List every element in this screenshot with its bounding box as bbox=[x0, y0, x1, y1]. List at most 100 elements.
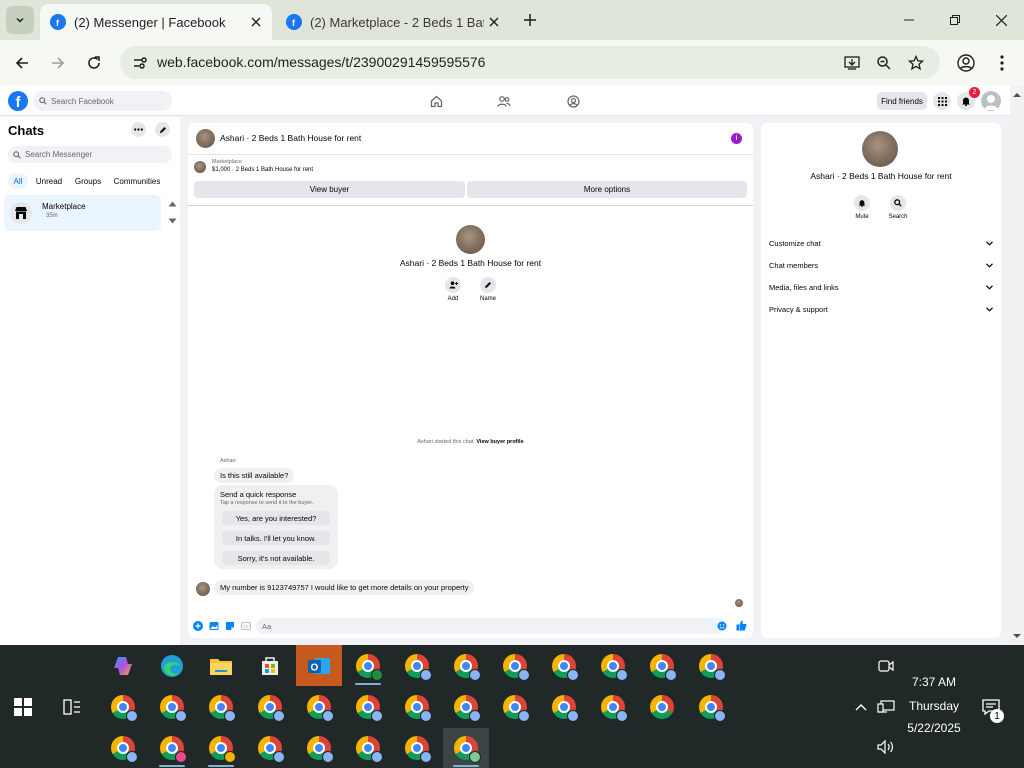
conversation-title[interactable]: Ashari · 2 Beds 1 Bath House for rent bbox=[220, 133, 361, 143]
outlook-icon[interactable]: O bbox=[296, 645, 342, 686]
name-chat-button[interactable]: Name bbox=[478, 277, 498, 302]
gif-icon[interactable]: GIF bbox=[240, 620, 251, 631]
close-tab-icon[interactable] bbox=[246, 12, 266, 32]
tab-marketplace[interactable]: f (2) Marketplace - 2 Beds 1 Bath House … bbox=[278, 4, 510, 40]
sidebar-scroll-down-icon[interactable] bbox=[167, 216, 177, 226]
filter-all[interactable]: All bbox=[8, 173, 28, 189]
copilot-icon[interactable] bbox=[100, 646, 146, 686]
conversation-avatar[interactable] bbox=[196, 129, 215, 148]
chat-members-section[interactable]: Chat members bbox=[769, 258, 993, 272]
search-in-chat-button[interactable]: Search bbox=[886, 195, 910, 220]
quick-response-button[interactable]: Yes, are you interested? bbox=[222, 511, 330, 525]
sidebar-scroll-up-icon[interactable] bbox=[167, 199, 177, 209]
minimize-button[interactable] bbox=[886, 0, 932, 40]
home-icon[interactable] bbox=[428, 93, 444, 109]
chrome-icon[interactable] bbox=[541, 687, 587, 727]
mute-button[interactable]: Mute bbox=[850, 195, 874, 220]
details-avatar[interactable] bbox=[862, 131, 898, 167]
find-friends-button[interactable]: Find friends bbox=[877, 92, 927, 110]
chrome-icon[interactable] bbox=[247, 687, 293, 727]
chrome-icon[interactable] bbox=[639, 687, 685, 727]
edge-icon[interactable] bbox=[149, 646, 195, 686]
url-text[interactable]: web.facebook.com/messages/t/239002914595… bbox=[157, 54, 485, 70]
file-explorer-icon[interactable] bbox=[198, 646, 244, 686]
friends-icon[interactable] bbox=[496, 93, 512, 109]
browser-menu-button[interactable] bbox=[990, 51, 1014, 75]
microsoft-store-icon[interactable] bbox=[247, 646, 293, 686]
attach-image-icon[interactable] bbox=[208, 620, 219, 631]
sticker-icon[interactable] bbox=[224, 620, 235, 631]
chrome-icon[interactable] bbox=[149, 687, 195, 727]
view-buyer-profile-link[interactable]: View buyer profile bbox=[476, 439, 523, 445]
groups-icon[interactable] bbox=[565, 93, 581, 109]
taskbar-date[interactable]: 5/22/2025 bbox=[896, 721, 972, 735]
chrome-icon[interactable] bbox=[345, 728, 391, 768]
restore-button[interactable] bbox=[932, 0, 978, 40]
taskbar-clock[interactable]: 7:37 AM bbox=[896, 675, 972, 689]
tab-messenger[interactable]: f (2) Messenger | Facebook bbox=[40, 4, 272, 40]
chrome-icon[interactable] bbox=[492, 646, 538, 686]
like-thumb-icon[interactable] bbox=[736, 620, 747, 631]
close-window-button[interactable] bbox=[978, 0, 1024, 40]
volume-icon[interactable] bbox=[875, 736, 897, 758]
chrome-icon[interactable] bbox=[688, 687, 734, 727]
chrome-icon[interactable] bbox=[688, 646, 734, 686]
chrome-icon[interactable] bbox=[590, 687, 636, 727]
quick-response-button[interactable]: In talks. I'll let you know. bbox=[222, 531, 330, 545]
message-bubble[interactable]: Is this still available? bbox=[214, 468, 295, 483]
privacy-support-section[interactable]: Privacy & support bbox=[769, 302, 993, 316]
meet-now-icon[interactable] bbox=[875, 655, 897, 677]
forward-button[interactable] bbox=[46, 51, 70, 75]
conversation-profile-photo[interactable] bbox=[456, 225, 485, 254]
scroll-down-icon[interactable] bbox=[1010, 631, 1024, 641]
chrome-icon[interactable] bbox=[198, 728, 244, 768]
zoom-icon[interactable] bbox=[874, 53, 894, 73]
facebook-search-input[interactable]: Search Facebook bbox=[33, 91, 172, 111]
more-options-button[interactable]: More options bbox=[467, 181, 747, 198]
new-tab-button[interactable] bbox=[518, 8, 542, 32]
messenger-search-input[interactable]: Search Messenger bbox=[8, 146, 172, 163]
chrome-icon[interactable] bbox=[247, 728, 293, 768]
message-bubble[interactable]: My number is 9123749757 I would like to … bbox=[214, 580, 475, 595]
chrome-icon[interactable] bbox=[394, 687, 440, 727]
site-settings-icon[interactable] bbox=[130, 53, 150, 73]
taskbar-day[interactable]: Thursday bbox=[896, 699, 972, 713]
chrome-icon[interactable] bbox=[100, 687, 146, 727]
add-people-button[interactable]: Add bbox=[443, 277, 463, 302]
chrome-icon[interactable] bbox=[394, 646, 440, 686]
chrome-icon[interactable] bbox=[443, 646, 489, 686]
address-bar[interactable]: web.facebook.com/messages/t/239002914595… bbox=[120, 46, 940, 79]
chrome-icon[interactable] bbox=[443, 687, 489, 727]
chrome-icon[interactable] bbox=[296, 728, 342, 768]
menu-grid-button[interactable] bbox=[933, 92, 951, 110]
chrome-profile-a-icon[interactable] bbox=[345, 646, 391, 686]
conversation-info-icon[interactable]: i bbox=[731, 133, 742, 144]
chrome-icon[interactable] bbox=[345, 687, 391, 727]
close-tab-icon[interactable] bbox=[484, 12, 504, 32]
view-buyer-button[interactable]: View buyer bbox=[194, 181, 465, 198]
task-view-button[interactable] bbox=[49, 687, 95, 727]
customize-chat-section[interactable]: Customize chat bbox=[769, 236, 993, 250]
install-app-icon[interactable] bbox=[842, 53, 862, 73]
back-button[interactable] bbox=[10, 51, 34, 75]
quick-response-button[interactable]: Sorry, it's not available. bbox=[222, 551, 330, 565]
chrome-icon[interactable] bbox=[296, 687, 342, 727]
chrome-icon[interactable] bbox=[541, 646, 587, 686]
reload-button[interactable] bbox=[82, 51, 106, 75]
chats-options-button[interactable] bbox=[131, 122, 146, 137]
filter-groups[interactable]: Groups bbox=[72, 173, 104, 189]
facebook-logo-icon[interactable]: f bbox=[8, 91, 28, 111]
emoji-icon[interactable] bbox=[716, 620, 727, 631]
bookmark-star-icon[interactable] bbox=[906, 53, 926, 73]
chrome-icon[interactable] bbox=[149, 728, 195, 768]
listing-thumbnail[interactable] bbox=[194, 161, 206, 173]
chat-item-marketplace[interactable]: Marketplace 35m bbox=[4, 195, 161, 231]
profile-button[interactable] bbox=[954, 51, 978, 75]
listing-price-title[interactable]: $1,000 · 2 Beds 1 Bath House for rent bbox=[212, 167, 313, 173]
network-icon[interactable] bbox=[875, 696, 897, 718]
chrome-icon[interactable] bbox=[590, 646, 636, 686]
filter-unread[interactable]: Unread bbox=[33, 173, 65, 189]
more-actions-icon[interactable] bbox=[192, 620, 203, 631]
message-input[interactable]: Aa bbox=[256, 618, 724, 634]
tab-search-button[interactable] bbox=[6, 6, 34, 34]
